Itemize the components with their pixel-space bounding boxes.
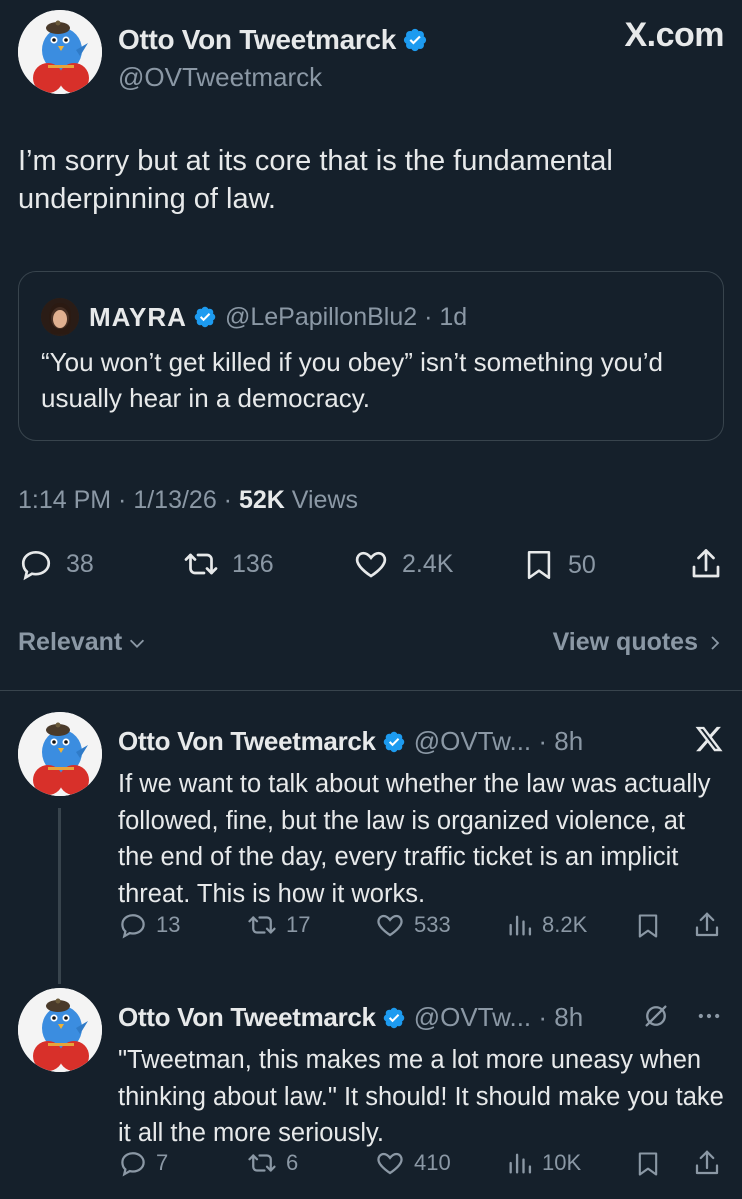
bird-avatar-icon [18,712,102,796]
view-quotes-link[interactable]: View quotes [553,628,724,657]
repost-button[interactable]: 136 [182,546,274,582]
bird-avatar-icon [18,988,102,1072]
reply-count: 7 [156,1150,169,1175]
views-count: 10K [542,1150,582,1175]
reply-author-name[interactable]: Otto Von Tweetmarck [118,726,376,757]
author-avatar[interactable] [18,712,102,796]
replies-filter-row: Relevant View quotes [18,628,724,662]
like-icon [374,910,406,940]
views-icon [506,1148,534,1178]
share-icon [688,546,724,582]
views-count: 8.2K [542,912,588,937]
views-count: 52K [238,486,285,514]
tweet-text: I’m sorry but at its core that is the fu… [18,145,613,215]
reply-count: 13 [156,912,181,937]
bookmark-count: 50 [568,550,596,579]
quoted-author-handle[interactable]: @LePapillonBlu2 · 1d [225,303,467,332]
tweet-actions: 38 136 2.4K 50 [18,546,724,590]
tweet-timestamp[interactable]: 1:14 PM · 1/13/26 · [18,486,239,514]
site-label: X.com [624,16,724,54]
bookmark-button[interactable] [634,910,662,942]
author-avatar[interactable] [18,988,102,1072]
author-avatar[interactable] [18,10,102,94]
quoted-tweet-card[interactable]: MAYRA @LePapillonBlu2 · 1d “You won’t ge… [18,271,724,441]
reply-count: 38 [66,549,94,578]
main-tweet-header: Otto Von Tweetmarck @OVTweetmarck [18,10,724,96]
repost-count: 136 [232,549,274,578]
reply-tweet[interactable]: Otto Von Tweetmarck @OVTw... · 8h If we … [18,712,724,952]
views-label: Views [284,486,359,514]
like-button[interactable]: 533 [374,910,451,940]
repost-button[interactable]: 17 [246,910,310,940]
share-button[interactable] [688,546,724,582]
reply-actions: 13 17 533 8.2K [118,910,724,944]
reply-actions: 7 6 410 10K [118,1148,724,1182]
chevron-down-icon [126,632,148,654]
quoted-author-name[interactable]: MAYRA [89,302,187,333]
repost-icon [182,546,220,582]
bookmark-icon [634,1148,662,1180]
bookmark-button[interactable]: 50 [522,546,596,584]
reply-icon [18,546,54,582]
chevron-right-icon [706,632,724,654]
like-count: 2.4K [402,549,454,578]
like-button[interactable]: 2.4K [352,546,453,582]
reply-button[interactable]: 38 [18,546,94,582]
like-count: 533 [414,912,451,937]
quoted-author-avatar [41,298,79,336]
author-name[interactable]: Otto Von Tweetmarck [118,24,396,56]
bird-avatar-icon [18,10,102,94]
like-count: 410 [414,1150,451,1175]
like-icon [352,546,390,582]
bookmark-button[interactable] [634,1148,662,1180]
views-button[interactable]: 10K [506,1148,581,1178]
verified-badge-icon [193,305,217,329]
repost-icon [246,1148,278,1178]
reply-tweet[interactable]: Otto Von Tweetmarck @OVTw... · 8h "Tweet… [18,988,724,1193]
like-button[interactable]: 410 [374,1148,451,1178]
thread-connector [58,808,61,984]
reply-author-handle[interactable]: @OVTw... · 8h [414,1002,583,1033]
reply-author-name[interactable]: Otto Von Tweetmarck [118,1002,376,1033]
share-icon [692,1148,722,1178]
reply-button[interactable]: 7 [118,1148,168,1178]
bookmark-icon [634,910,662,942]
quoted-tweet-text: “You won’t get killed if you obey” isn’t… [41,347,663,413]
share-icon [692,910,722,940]
sort-dropdown[interactable]: Relevant [18,628,148,657]
repost-icon [246,910,278,940]
view-quotes-label: View quotes [552,628,698,656]
share-button[interactable] [692,910,722,940]
reply-button[interactable]: 13 [118,910,180,940]
verified-badge-icon [402,27,428,53]
bookmark-icon [522,546,556,584]
views-icon [506,910,534,940]
sort-label: Relevant [18,628,123,656]
section-divider [0,690,742,691]
repost-count: 6 [286,1150,299,1175]
share-button[interactable] [692,1148,722,1178]
grok-icon[interactable] [642,1002,670,1035]
reply-icon [118,910,148,940]
repost-count: 17 [286,912,311,937]
reply-text: "Tweetman, this makes me a lot more unea… [118,1046,724,1147]
views-button[interactable]: 8.2K [506,910,587,940]
verified-badge-icon [382,730,406,754]
x-logo-icon [694,724,724,759]
reply-icon [118,1148,148,1178]
reply-text: If we want to talk about whether the law… [118,770,711,908]
reply-author-handle[interactable]: @OVTw... · 8h [414,726,583,757]
more-icon[interactable] [694,1002,724,1035]
author-handle[interactable]: @OVTweetmarck [118,62,322,93]
verified-badge-icon [382,1006,406,1030]
tweet-meta: 1:14 PM · 1/13/26 · 52K Views [18,486,358,515]
repost-button[interactable]: 6 [246,1148,298,1178]
like-icon [374,1148,406,1178]
